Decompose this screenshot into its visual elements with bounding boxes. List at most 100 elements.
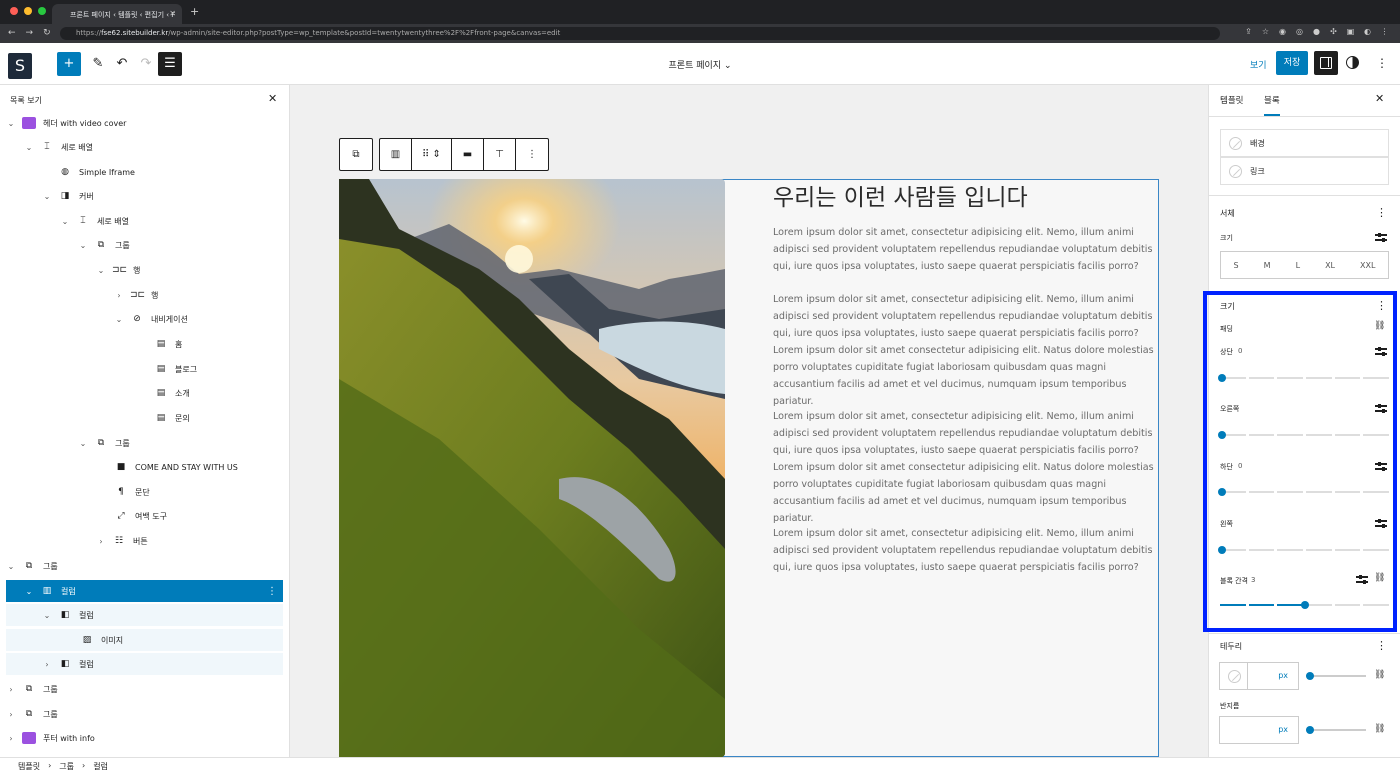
extension-icon[interactable]: ◉ — [1277, 27, 1288, 38]
chevron-right-icon[interactable]: › — [114, 291, 124, 300]
list-item[interactable]: › ◧ 컬럼 — [6, 653, 283, 675]
list-item[interactable]: ⌄ ◨ 커버 — [42, 185, 319, 207]
styles-contrast-icon[interactable] — [1346, 56, 1359, 69]
settings-panel-toggle-icon[interactable] — [1314, 51, 1338, 75]
share-icon[interactable]: ⇪ — [1243, 27, 1254, 38]
paragraph[interactable]: Lorem ipsum dolor sit amet, consectetur … — [773, 224, 1159, 275]
slider-handle[interactable] — [1306, 672, 1314, 680]
tab-close-icon[interactable]: ✕ — [169, 9, 176, 18]
minimize-window-icon[interactable] — [24, 7, 32, 15]
redo-icon[interactable]: ↷ — [134, 52, 158, 76]
close-icon[interactable]: ✕ — [1375, 92, 1384, 105]
paragraph[interactable]: Lorem ipsum dolor sit amet, consectetur … — [773, 408, 1159, 527]
paragraph[interactable]: Lorem ipsum dolor sit amet, consectetur … — [773, 525, 1159, 576]
color-link-item[interactable]: 링크 — [1220, 157, 1389, 185]
custom-size-sliders-icon[interactable] — [1375, 232, 1387, 242]
chevron-down-icon[interactable]: ⌄ — [78, 439, 88, 448]
profile-icon[interactable]: ◐ — [1362, 27, 1373, 38]
maximize-window-icon[interactable] — [38, 7, 46, 15]
list-item[interactable]: ⌄ ⧉ 그룹 — [6, 555, 283, 577]
chevron-right-icon[interactable]: › — [6, 710, 16, 719]
size-option-l[interactable]: L — [1296, 261, 1300, 270]
color-background-item[interactable]: 배경 — [1220, 129, 1389, 157]
chevron-right-icon[interactable]: › — [6, 685, 16, 694]
window-controls[interactable] — [10, 7, 46, 15]
tab-block[interactable]: 블록 — [1264, 94, 1280, 116]
close-window-icon[interactable] — [10, 7, 18, 15]
chevron-right-icon[interactable]: › — [6, 734, 16, 743]
chevron-down-icon[interactable]: ⌄ — [6, 562, 16, 571]
paragraph[interactable]: Lorem ipsum dolor sit amet, consectetur … — [773, 291, 1159, 410]
bookmark-star-icon[interactable]: ☆ — [1260, 27, 1271, 38]
breadcrumb-item[interactable]: 그룹 — [59, 761, 74, 774]
chevron-down-icon[interactable]: ⌄ — [24, 587, 34, 596]
reload-icon[interactable]: ↻ — [43, 28, 51, 38]
more-options-icon[interactable]: ⋮ — [1376, 639, 1387, 652]
slider-handle[interactable] — [1306, 726, 1314, 734]
site-logo[interactable]: S — [8, 53, 32, 79]
border-unit[interactable]: px — [1278, 671, 1288, 680]
chevron-down-icon[interactable]: ⌄ — [114, 315, 124, 324]
chevron-right-icon[interactable]: › — [42, 660, 52, 669]
chevron-down-icon[interactable]: ⌄ — [6, 119, 16, 128]
chevron-down-icon[interactable]: ⌄ — [42, 192, 52, 201]
list-item-selected[interactable]: ⌄ ▥ 컬럼 ⋮ — [6, 580, 283, 602]
columns-block-icon[interactable]: ▥ — [380, 139, 412, 170]
undo-icon[interactable]: ↶ — [110, 52, 134, 76]
tab-template[interactable]: 템플릿 — [1220, 94, 1243, 106]
chevron-right-icon[interactable]: › — [96, 537, 106, 546]
chevron-down-icon[interactable]: ⌄ — [42, 611, 52, 620]
list-item[interactable]: ◍ Simple Iframe — [42, 161, 319, 183]
more-options-icon[interactable]: ⋮ — [1376, 56, 1388, 70]
size-option-xl[interactable]: XL — [1325, 261, 1335, 270]
drag-move-handle-icon[interactable]: ⠿ ⇕ — [412, 139, 452, 170]
browser-tab[interactable]: 프론트 페이지 ‹ 템플릿 ‹ 편집기 ‹ F ✕ — [52, 4, 182, 24]
new-tab-icon[interactable]: + — [190, 5, 199, 18]
link-corners-icon[interactable]: ⛓ — [1374, 724, 1385, 734]
link-sides-icon[interactable]: ⛓ — [1374, 670, 1385, 680]
list-item[interactable]: ⌄ 헤더 with video cover — [6, 112, 283, 134]
size-option-m[interactable]: M — [1264, 261, 1271, 270]
sidebar-icon[interactable]: ▣ — [1345, 27, 1356, 38]
close-icon[interactable]: ✕ — [268, 92, 277, 105]
tools-pen-icon[interactable]: ✎ — [86, 52, 110, 76]
radius-unit[interactable]: px — [1278, 725, 1288, 734]
breadcrumb-item[interactable]: 템플릿 — [18, 761, 40, 774]
chevron-down-icon[interactable]: ⌄ — [60, 217, 70, 226]
section-heading[interactable]: 우리는 이런 사람들 입니다 — [773, 178, 1028, 212]
chevron-down-icon[interactable]: ⌄ — [78, 241, 88, 250]
chevron-down-icon[interactable]: ⌄ — [24, 143, 34, 152]
list-item[interactable]: ⌄ ⌶ 세로 배열 — [24, 136, 301, 158]
more-options-icon[interactable]: ⋮ — [1376, 206, 1387, 219]
view-link[interactable]: 보기 — [1250, 58, 1267, 71]
list-item[interactable]: › ⧉ 그룹 — [6, 678, 283, 700]
breadcrumb-item[interactable]: 컬럼 — [93, 761, 108, 774]
border-width-input[interactable]: px — [1219, 662, 1299, 690]
mountain-landscape-image[interactable] — [339, 179, 725, 757]
forward-icon[interactable]: → — [26, 28, 34, 38]
list-item[interactable]: ⌄ ◧ 컬럼 — [6, 604, 283, 626]
save-button[interactable]: 저장 — [1276, 51, 1308, 75]
select-parent-icon[interactable]: ⧉ — [340, 139, 372, 170]
document-title-dropdown[interactable]: 프론트 페이지 ⌄ — [640, 58, 760, 71]
border-color-swatch-icon[interactable] — [1228, 670, 1241, 683]
more-options-icon[interactable]: ⋮ — [516, 139, 548, 170]
extension-icon[interactable]: ● — [1311, 27, 1322, 38]
back-icon[interactable]: ← — [8, 28, 16, 38]
puzzle-icon[interactable]: ✣ — [1328, 27, 1339, 38]
border-width-slider[interactable] — [1306, 671, 1366, 681]
vertical-align-top-icon[interactable]: ⊤ — [484, 139, 516, 170]
list-view-toggle-icon[interactable]: ☰ — [158, 52, 182, 76]
chevron-down-icon[interactable]: ⌄ — [96, 266, 106, 275]
radius-slider[interactable] — [1306, 725, 1366, 735]
align-wide-icon[interactable]: ▬ — [452, 139, 484, 170]
url-field[interactable]: https://fse62.sitebuilder.kr/wp-admin/si… — [60, 27, 1220, 40]
extension-icon[interactable]: ◎ — [1294, 27, 1305, 38]
size-option-xxl[interactable]: XXL — [1360, 261, 1375, 270]
more-options-icon[interactable]: ⋮ — [267, 586, 277, 597]
list-item[interactable]: ▨ 이미지 — [6, 629, 283, 651]
add-block-button[interactable]: + — [57, 52, 81, 76]
radius-input[interactable]: px — [1219, 716, 1299, 744]
menu-icon[interactable]: ⋮ — [1379, 27, 1390, 38]
list-item[interactable]: › 푸터 with info — [6, 727, 283, 749]
